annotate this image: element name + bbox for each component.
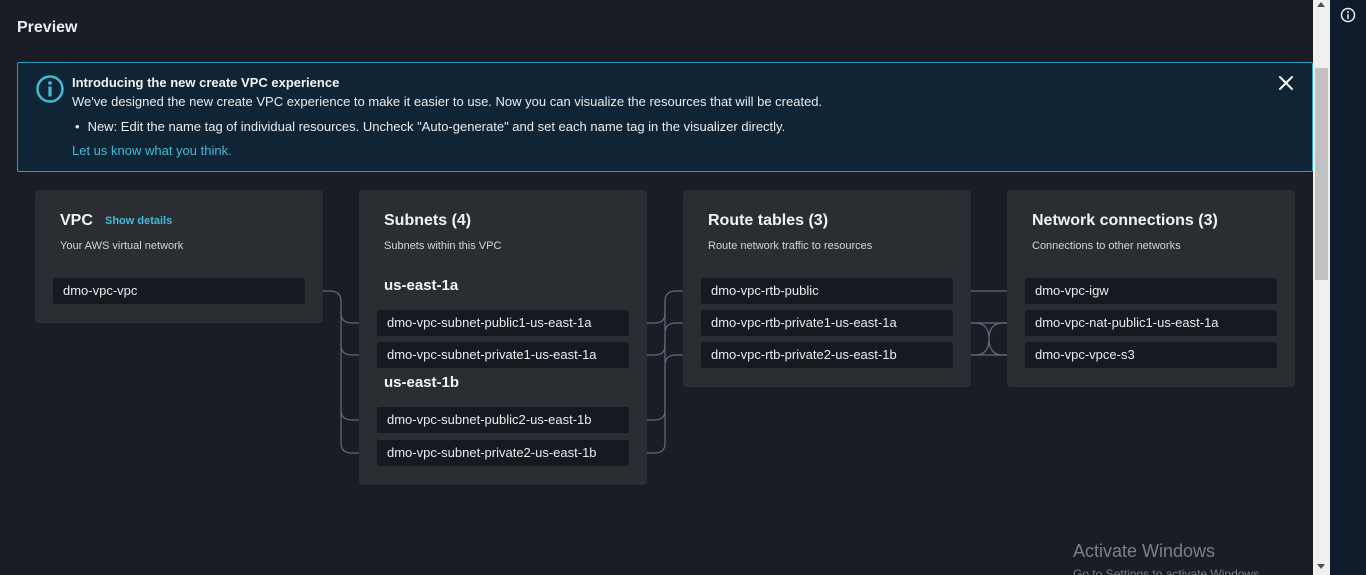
- watermark-line-1: Activate Windows: [1073, 541, 1216, 561]
- subnets-panel-subtitle: Subnets within this VPC: [384, 240, 502, 252]
- activate-windows-watermark: Activate Windows Go to Settings to activ…: [1073, 541, 1313, 575]
- vpc-resource[interactable]: dmo-vpc-vpc: [53, 278, 305, 304]
- watermark-line-2: Go to Settings to activate Windows.: [1073, 567, 1263, 575]
- vertical-scrollbar[interactable]: [1313, 0, 1330, 575]
- info-panel-icon[interactable]: [1340, 7, 1356, 23]
- az-label-us-east-1b: us-east-1b: [384, 374, 460, 391]
- subnets-panel-title: Subnets (4): [384, 212, 472, 229]
- scroll-thumb[interactable]: [1315, 68, 1328, 280]
- scroll-up-arrow-icon[interactable]: [1317, 2, 1325, 7]
- right-tools-rail: [1330, 0, 1366, 575]
- show-details-link[interactable]: Show details: [105, 215, 172, 227]
- vpc-panel: VPC Show details Your AWS virtual networ…: [35, 190, 323, 323]
- network-connection-resource[interactable]: dmo-vpc-nat-public1-us-east-1a: [1025, 310, 1277, 336]
- route-table-resource[interactable]: dmo-vpc-rtb-private1-us-east-1a: [701, 310, 953, 336]
- route-table-resource[interactable]: dmo-vpc-rtb-private2-us-east-1b: [701, 342, 953, 368]
- subnet-resource[interactable]: dmo-vpc-subnet-public1-us-east-1a: [377, 310, 629, 336]
- vpc-panel-title: VPC: [60, 212, 93, 229]
- network-connection-resource[interactable]: dmo-vpc-igw: [1025, 278, 1277, 304]
- network-connection-resource[interactable]: dmo-vpc-vpce-s3: [1025, 342, 1277, 368]
- route-table-resource[interactable]: dmo-vpc-rtb-public: [701, 278, 953, 304]
- network-connections-panel-subtitle: Connections to other networks: [1032, 240, 1181, 252]
- route-tables-panel: Route tables (3) Route network traffic t…: [683, 190, 971, 387]
- subnets-panel: Subnets (4) Subnets within this VPC us-e…: [359, 190, 647, 485]
- route-tables-panel-title: Route tables (3): [708, 212, 829, 229]
- scroll-down-arrow-icon[interactable]: [1317, 564, 1325, 569]
- subnet-resource[interactable]: dmo-vpc-subnet-private1-us-east-1a: [377, 342, 629, 368]
- network-connections-panel-title: Network connections (3): [1032, 212, 1218, 229]
- vpc-panel-subtitle: Your AWS virtual network: [60, 240, 184, 252]
- main-content: Preview Introducing the new create VPC e…: [0, 0, 1313, 575]
- subnet-resource[interactable]: dmo-vpc-subnet-private2-us-east-1b: [377, 440, 629, 466]
- subnet-resource[interactable]: dmo-vpc-subnet-public2-us-east-1b: [377, 407, 629, 433]
- az-label-us-east-1a: us-east-1a: [384, 277, 459, 294]
- route-tables-panel-subtitle: Route network traffic to resources: [708, 240, 873, 252]
- network-connections-panel: Network connections (3) Connections to o…: [1007, 190, 1295, 387]
